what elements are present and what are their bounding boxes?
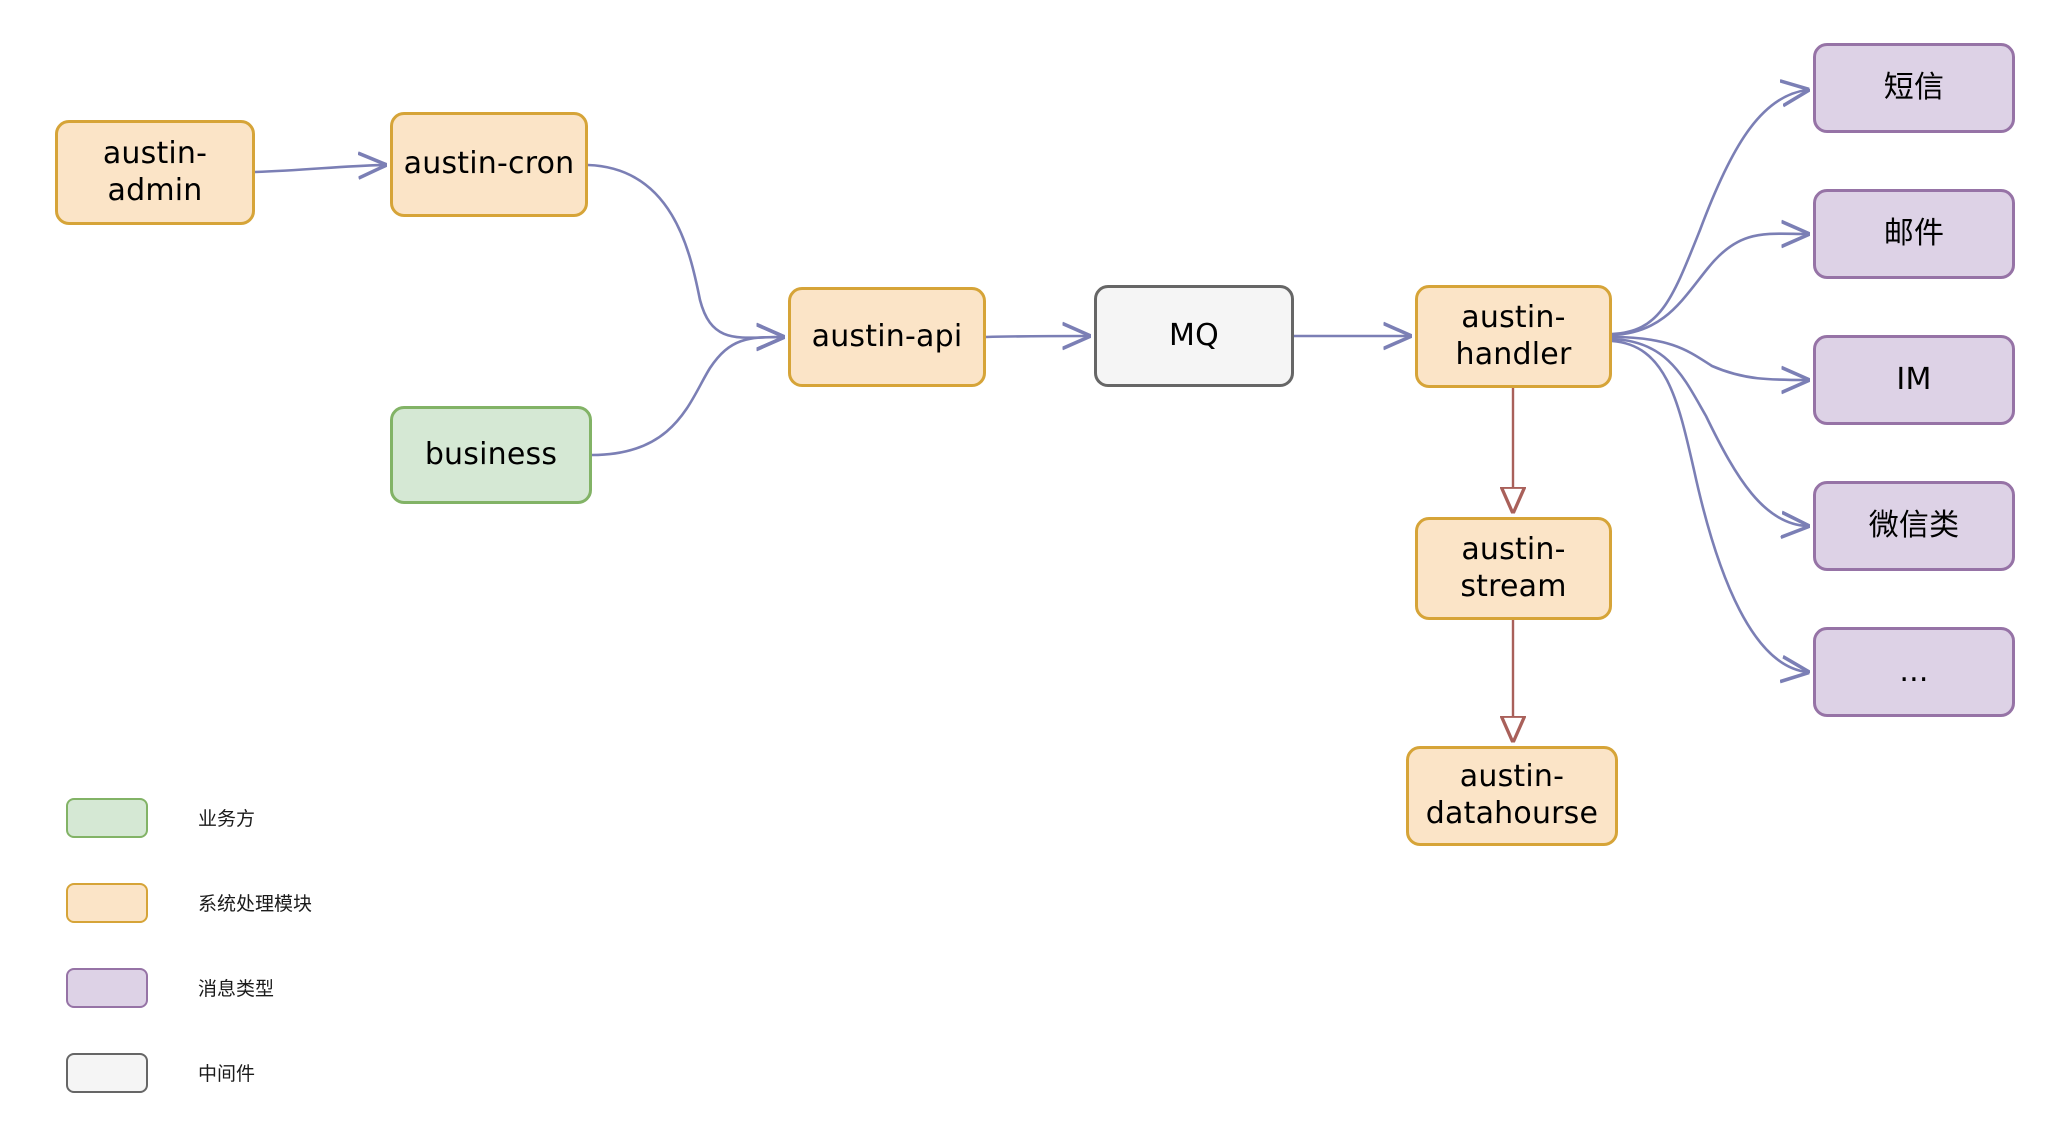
node-label: austin- stream xyxy=(1460,531,1567,604)
node-mq[interactable]: MQ xyxy=(1094,285,1294,387)
legend: 业务方系统处理模块 消息类型中间件 xyxy=(66,796,486,1136)
node-label: austin-admin xyxy=(102,135,208,208)
edge-handler-to-im xyxy=(1611,335,1807,380)
node-label: austin- datahourse xyxy=(1425,759,1599,831)
edge-handler-to-others xyxy=(1611,339,1807,672)
edge-admin-to-cron xyxy=(254,165,384,172)
legend-swatch-business xyxy=(66,797,148,838)
node-sms[interactable]: 短信 xyxy=(1813,43,2015,133)
edge-handler-to-wechat xyxy=(1611,337,1807,526)
legend-item-module: 系统处理模块 xyxy=(66,881,486,924)
legend-label: 中间件 xyxy=(198,1063,256,1085)
node-label: 短信 xyxy=(1883,69,1945,105)
legend-item-msgtype: 消息类型 xyxy=(66,966,486,1009)
legend-label: 消息类型 xyxy=(198,978,275,1000)
node-others[interactable]: ... xyxy=(1813,627,2015,717)
diagram-canvas: austin-admin austin-cron business austin-ap… xyxy=(0,0,2046,1093)
node-label: ... xyxy=(1899,653,1929,689)
edge-handler-to-sms xyxy=(1611,90,1807,336)
legend-item-middleware: 中间件 xyxy=(66,1051,486,1094)
node-label: austin-api xyxy=(811,318,963,354)
node-label: austin- handler xyxy=(1455,299,1572,372)
node-im[interactable]: IM xyxy=(1813,335,2015,425)
legend-swatch-module xyxy=(66,882,148,923)
node-email[interactable]: 邮件 xyxy=(1813,189,2015,279)
node-label: IM xyxy=(1896,361,1932,397)
node-label: 微信类 xyxy=(1868,507,1960,543)
node-austin-stream[interactable]: austin- stream xyxy=(1415,517,1612,620)
legend-swatch-msgtype xyxy=(66,967,148,1008)
node-austin-datahourse[interactable]: austin- datahourse xyxy=(1406,746,1618,846)
edge-cron-to-api xyxy=(587,163,782,338)
node-label: austin-cron xyxy=(403,146,575,182)
node-austin-api[interactable]: austin-api xyxy=(788,287,986,387)
node-label: MQ xyxy=(1169,317,1219,353)
node-label: 邮件 xyxy=(1883,215,1945,251)
legend-swatch-middleware xyxy=(66,1052,148,1093)
node-austin-admin[interactable]: austin-admin xyxy=(55,120,255,225)
node-label: business xyxy=(424,436,558,472)
legend-label: 系统处理模块 xyxy=(198,893,313,915)
edge-business-to-api xyxy=(591,337,782,457)
node-austin-handler[interactable]: austin- handler xyxy=(1415,285,1612,388)
legend-item-business: 业务方 xyxy=(66,796,486,839)
node-austin-cron[interactable]: austin-cron xyxy=(390,112,588,217)
legend-label: 业务方 xyxy=(198,808,256,830)
edge-api-to-mq xyxy=(985,336,1088,337)
edge-handler-to-email xyxy=(1611,234,1807,337)
node-wechat[interactable]: 微信类 xyxy=(1813,481,2015,571)
node-business[interactable]: business xyxy=(390,406,592,504)
